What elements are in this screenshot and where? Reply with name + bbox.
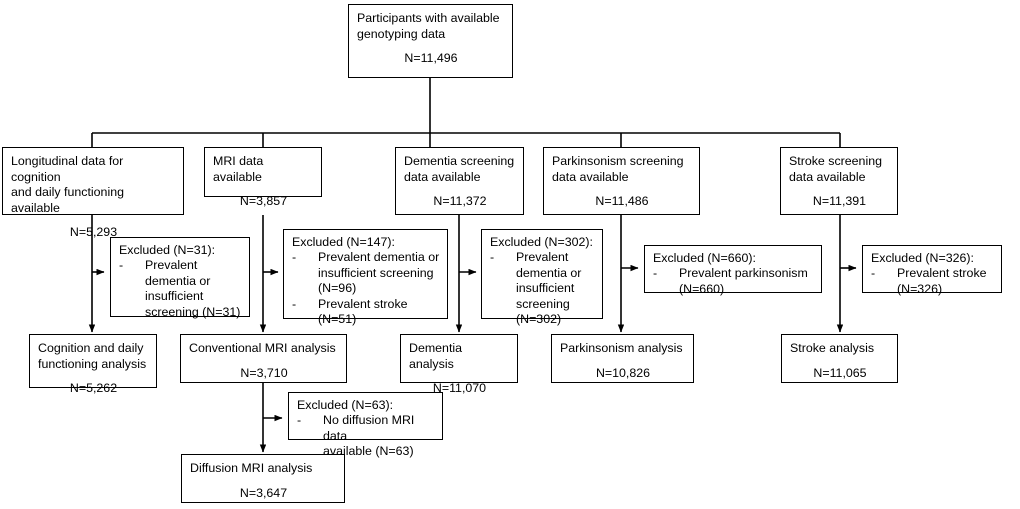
- node-stroke-analysis-title: Stroke analysis: [790, 341, 875, 355]
- node-cognition-analysis: Cognition and daily functioning analysis…: [29, 334, 157, 395]
- node-stroke-eligible: Stroke screening data available N=11,391: [780, 147, 898, 215]
- bullet-dash-icon: -: [292, 296, 297, 311]
- bullet-dash-icon: -: [292, 250, 297, 265]
- node-parkinsonism-eligible-count: N=11,486: [595, 194, 649, 209]
- node-mri-excluded-item-1-text: Prevalent stroke (N=51): [318, 296, 408, 327]
- node-diffusion-mri-analysis: Diffusion MRI analysis N=3,647: [181, 454, 345, 503]
- node-stroke-eligible-title: Stroke screening data available: [789, 154, 882, 184]
- node-dementia-analysis-title: Dementia analysis: [409, 341, 463, 371]
- bullet-dash-icon: -: [297, 413, 302, 428]
- bullet-dash-icon: -: [871, 266, 876, 281]
- node-dementia-excluded-item-0-text: Prevalent dementia or insufficient scree…: [516, 250, 582, 327]
- node-parkinsonism-eligible: Parkinsonism screening data available N=…: [543, 147, 700, 215]
- bullet-dash-icon: -: [119, 258, 124, 273]
- node-parkinsonism-analysis: Parkinsonism analysis N=10,826: [551, 334, 694, 383]
- node-parkinsonism-excluded: Excluded (N=660): - Prevalent parkinsonis…: [644, 245, 822, 296]
- node-dementia-eligible: Dementia screening data available N=11,3…: [395, 147, 524, 215]
- node-dementia-analysis: Dementia analysis N=11,070: [400, 334, 518, 395]
- node-root-title: Participants with available genotyping d…: [357, 11, 500, 41]
- node-dementia-eligible-title: Dementia screening data available: [404, 154, 515, 184]
- node-diffusion-excluded-item-0: - No diffusion MRI data available (N=63): [297, 413, 437, 459]
- node-stroke-excluded-item-0: - Prevalent stroke (N=326): [871, 266, 996, 297]
- node-cognition-analysis-title: Cognition and daily functioning analysis: [38, 341, 147, 371]
- node-mri-excluded-head: Excluded (N=147):: [292, 235, 395, 249]
- node-parkinsonism-excluded-item-0-text: Prevalent parkinsonism (N=660): [679, 266, 808, 296]
- bullet-dash-icon: -: [653, 266, 658, 281]
- node-dementia-eligible-count: N=11,372: [433, 194, 487, 209]
- node-cognition-excluded-item-0-text: Prevalent dementia or insufficient scree…: [145, 258, 241, 319]
- node-stroke-excluded-item-0-text: Prevalent stroke (N=326): [897, 266, 987, 296]
- node-conventional-mri-analysis: Conventional MRI analysis N=3,710: [180, 334, 347, 383]
- node-diffusion-mri-analysis-count: N=3,647: [239, 485, 288, 500]
- node-mri-excluded-item-0: - Prevalent dementia or insufficient scre…: [292, 250, 442, 296]
- node-stroke-excluded: Excluded (N=326): - Prevalent stroke (N=3…: [862, 245, 1002, 296]
- node-parkinsonism-excluded-item-0: - Prevalent parkinsonism (N=660): [653, 266, 816, 297]
- node-mri-eligible-count: N=3,857: [239, 194, 288, 209]
- node-mri-excluded-item-1: - Prevalent stroke (N=51): [292, 297, 442, 328]
- node-root-count: N=11,496: [404, 51, 458, 66]
- node-cognition-excluded-head: Excluded (N=31):: [119, 243, 216, 257]
- node-mri-eligible-title: MRI data available: [213, 154, 264, 184]
- node-diffusion-mri-analysis-title: Diffusion MRI analysis: [190, 461, 313, 475]
- node-mri-excluded: Excluded (N=147): - Prevalent dementia or…: [283, 229, 448, 326]
- node-parkinsonism-eligible-title: Parkinsonism screening data available: [552, 154, 684, 184]
- node-diffusion-excluded: Excluded (N=63): - No diffusion MRI data …: [288, 392, 443, 458]
- node-diffusion-excluded-item-0-text: No diffusion MRI data available (N=63): [323, 413, 415, 459]
- node-stroke-eligible-count: N=11,391: [812, 194, 867, 209]
- node-dementia-excluded-item-0: - Prevalent dementia or insufficient scre…: [490, 250, 597, 327]
- node-cognition-excluded: Excluded (N=31): - Prevalent dementia or …: [110, 237, 250, 320]
- flowchart-diagram: Participants with available genotyping d…: [0, 0, 1020, 509]
- node-mri-excluded-item-0-text: Prevalent dementia or insufficient scree…: [318, 250, 440, 296]
- node-parkinsonism-analysis-title: Parkinsonism analysis: [560, 341, 683, 355]
- node-mri-eligible: MRI data available N=3,857: [204, 147, 322, 208]
- node-root: Participants with available genotyping d…: [348, 4, 513, 78]
- node-dementia-excluded: Excluded (N=302): - Prevalent dementia or…: [481, 229, 603, 326]
- node-stroke-excluded-head: Excluded (N=326):: [871, 251, 974, 265]
- node-stroke-analysis-count: N=11,065: [813, 365, 867, 380]
- node-cognition-analysis-count: N=5,262: [69, 381, 118, 396]
- node-parkinsonism-excluded-head: Excluded (N=660):: [653, 251, 756, 265]
- node-cognition-eligible: Longitudinal data for cognition and dail…: [2, 147, 184, 239]
- node-cognition-excluded-item-0: - Prevalent dementia or insufficient scre…: [119, 258, 244, 320]
- node-stroke-analysis: Stroke analysis N=11,065: [781, 334, 898, 383]
- bullet-dash-icon: -: [490, 250, 495, 265]
- node-diffusion-excluded-head: Excluded (N=63):: [297, 398, 394, 412]
- node-parkinsonism-analysis-count: N=10,826: [595, 365, 651, 380]
- node-cognition-eligible-title: Longitudinal data for cognition and dail…: [11, 154, 124, 215]
- node-dementia-excluded-head: Excluded (N=302):: [490, 235, 593, 249]
- node-conventional-mri-analysis-count: N=3,710: [240, 365, 288, 380]
- node-conventional-mri-analysis-title: Conventional MRI analysis: [189, 341, 336, 355]
